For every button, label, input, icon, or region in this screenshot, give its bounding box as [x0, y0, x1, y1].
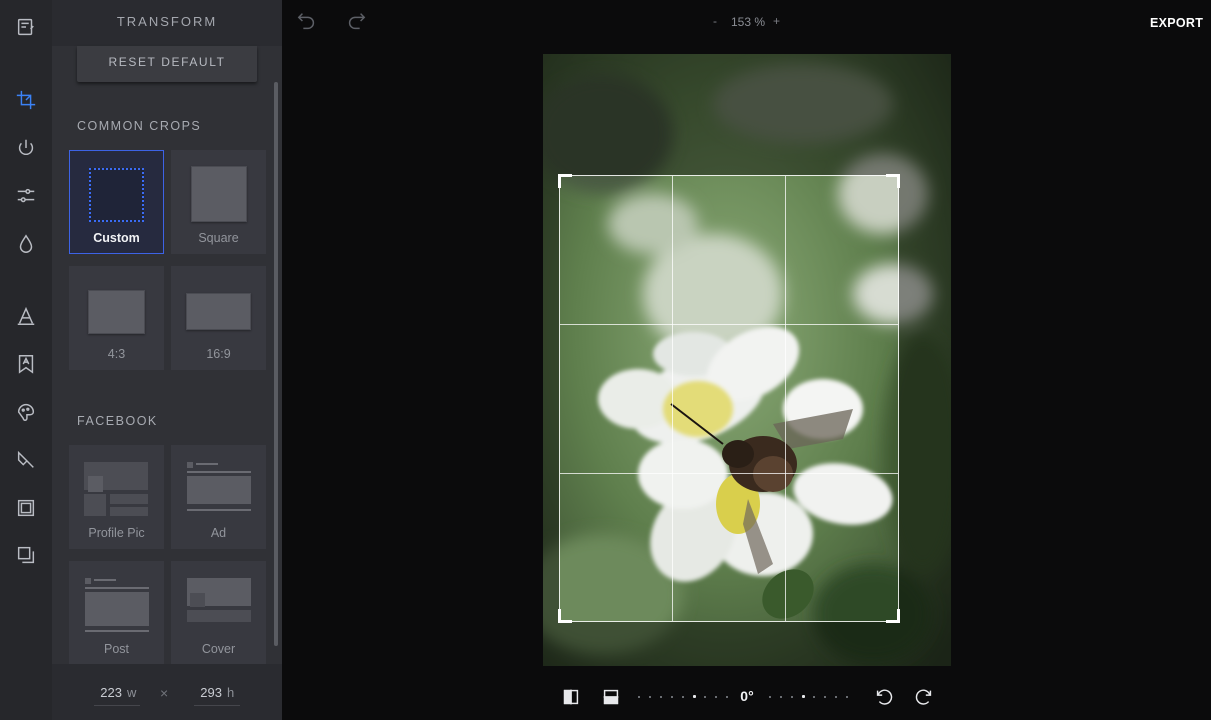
crop-option-label: Custom — [93, 231, 140, 245]
crop-option-cover[interactable]: Cover — [171, 561, 266, 665]
tool-rail — [0, 0, 52, 720]
adjust-sliders-icon[interactable] — [12, 182, 40, 210]
ad-image-mock — [187, 476, 251, 504]
custom-crop-thumbnail — [89, 168, 144, 222]
crop-rectangle[interactable] — [558, 174, 900, 623]
transform-panel: TRANSFORM RESET DEFAULT COMMON CROPS Cus… — [52, 0, 282, 720]
zoom-level: 153 % — [730, 15, 766, 29]
cover-feed-mock — [187, 610, 251, 622]
crop-grid-line — [672, 176, 673, 621]
height-field[interactable]: 293 h — [194, 684, 240, 706]
crop-size-bar: 223 w × 293 h — [52, 664, 282, 720]
crop-option-label: Cover — [201, 642, 236, 656]
rotate-left-button[interactable] — [873, 686, 895, 708]
panel-scrollbar-thumb[interactable] — [274, 82, 278, 646]
crop-option-label: Profile Pic — [88, 526, 145, 540]
flip-vertical-icon — [603, 689, 619, 705]
crop-shade-top — [543, 54, 951, 175]
redo-button[interactable] — [345, 10, 369, 34]
crop-option-square[interactable]: Square — [171, 150, 266, 254]
drop-icon[interactable] — [12, 230, 40, 258]
post-avatar-mock — [85, 578, 91, 584]
width-value: 223 — [100, 685, 122, 700]
crop-handle-bottom-right[interactable] — [886, 609, 900, 623]
size-separator: × — [160, 685, 169, 701]
crop-option-custom[interactable]: Custom — [69, 150, 164, 254]
zoom-in-button[interactable]: + — [773, 14, 780, 28]
crop-shade-left — [543, 175, 559, 622]
crop-option-ad[interactable]: Ad — [171, 445, 266, 549]
crop-option-label: Ad — [210, 526, 227, 540]
crop-grid-line — [560, 473, 898, 474]
ad-avatar-mock — [187, 462, 193, 468]
panel-title: TRANSFORM — [52, 0, 282, 46]
height-value: 293 — [200, 685, 222, 700]
reset-default-button[interactable]: RESET DEFAULT — [77, 46, 257, 82]
crop-grid-line — [560, 324, 898, 325]
crop-shade-right — [899, 175, 951, 622]
profile-pic-mock — [88, 476, 103, 492]
post-footer-mock — [85, 630, 149, 632]
square-crop-thumbnail — [191, 166, 247, 222]
ad-footer-mock — [187, 509, 251, 511]
crop-option-label: Square — [198, 231, 239, 245]
rotate-left-icon — [876, 689, 893, 705]
crop-handle-top-right[interactable] — [886, 174, 900, 188]
crop-handle-top-left[interactable] — [558, 174, 572, 188]
profile-feed-mock — [110, 494, 148, 504]
crop-option-label: 4:3 — [107, 347, 126, 361]
filter-icon[interactable] — [12, 134, 40, 162]
redo-icon — [348, 13, 366, 30]
crop-icon[interactable] — [12, 86, 40, 114]
sticker-icon[interactable] — [12, 350, 40, 378]
crop-option-16-9[interactable]: 16:9 — [171, 266, 266, 370]
flip-horizontal-button[interactable] — [560, 686, 582, 708]
crop-option-label: 16:9 — [206, 347, 231, 361]
facebook-label: FACEBOOK — [77, 414, 158, 428]
overlay-icon[interactable] — [12, 541, 40, 569]
post-image-mock — [85, 592, 149, 626]
crop-option-profile-pic[interactable]: Profile Pic — [69, 445, 164, 549]
ad-text-mock — [187, 471, 251, 473]
crop-handle-bottom-left[interactable] — [558, 609, 572, 623]
photo-editor: TRANSFORM RESET DEFAULT COMMON CROPS Cus… — [0, 0, 1211, 720]
crop-option-4-3[interactable]: 4:3 — [69, 266, 164, 370]
crop-grid-line — [785, 176, 786, 621]
frame-icon[interactable] — [12, 494, 40, 522]
flip-vertical-button[interactable] — [600, 686, 622, 708]
height-unit: h — [227, 685, 235, 700]
post-text-mock — [94, 579, 116, 581]
flip-horizontal-icon — [563, 689, 579, 705]
undo-button[interactable] — [296, 10, 320, 34]
crop-shade-bottom — [543, 622, 951, 666]
width-unit: w — [127, 685, 137, 700]
crop-option-post[interactable]: Post — [69, 561, 164, 665]
text-icon[interactable] — [12, 302, 40, 330]
zoom-out-button[interactable]: - — [713, 14, 717, 28]
rotate-right-button[interactable] — [913, 686, 935, 708]
rotate-right-icon — [915, 689, 932, 705]
profile-side-mock — [84, 494, 106, 516]
ad-text-mock — [196, 463, 218, 465]
zoom-control: - 153 % + — [700, 14, 795, 32]
16-9-crop-thumbnail — [186, 293, 251, 330]
width-field[interactable]: 223 w — [94, 684, 140, 706]
profile-feed-mock — [110, 507, 148, 516]
4-3-crop-thumbnail — [88, 290, 145, 334]
image-canvas[interactable] — [543, 54, 951, 666]
crop-option-label: Post — [103, 642, 129, 656]
rotation-angle: 0° — [740, 688, 754, 704]
panel-scrollbar[interactable] — [274, 82, 278, 646]
paint-icon[interactable] — [12, 446, 40, 474]
cover-avatar-mock — [190, 593, 205, 607]
document-icon[interactable] — [12, 13, 40, 41]
brush-icon[interactable] — [12, 398, 40, 426]
undo-icon — [297, 13, 315, 30]
common-crops-label: COMMON CROPS — [77, 119, 202, 133]
post-text-mock — [85, 587, 149, 589]
export-button[interactable]: EXPORT — [1150, 16, 1203, 30]
